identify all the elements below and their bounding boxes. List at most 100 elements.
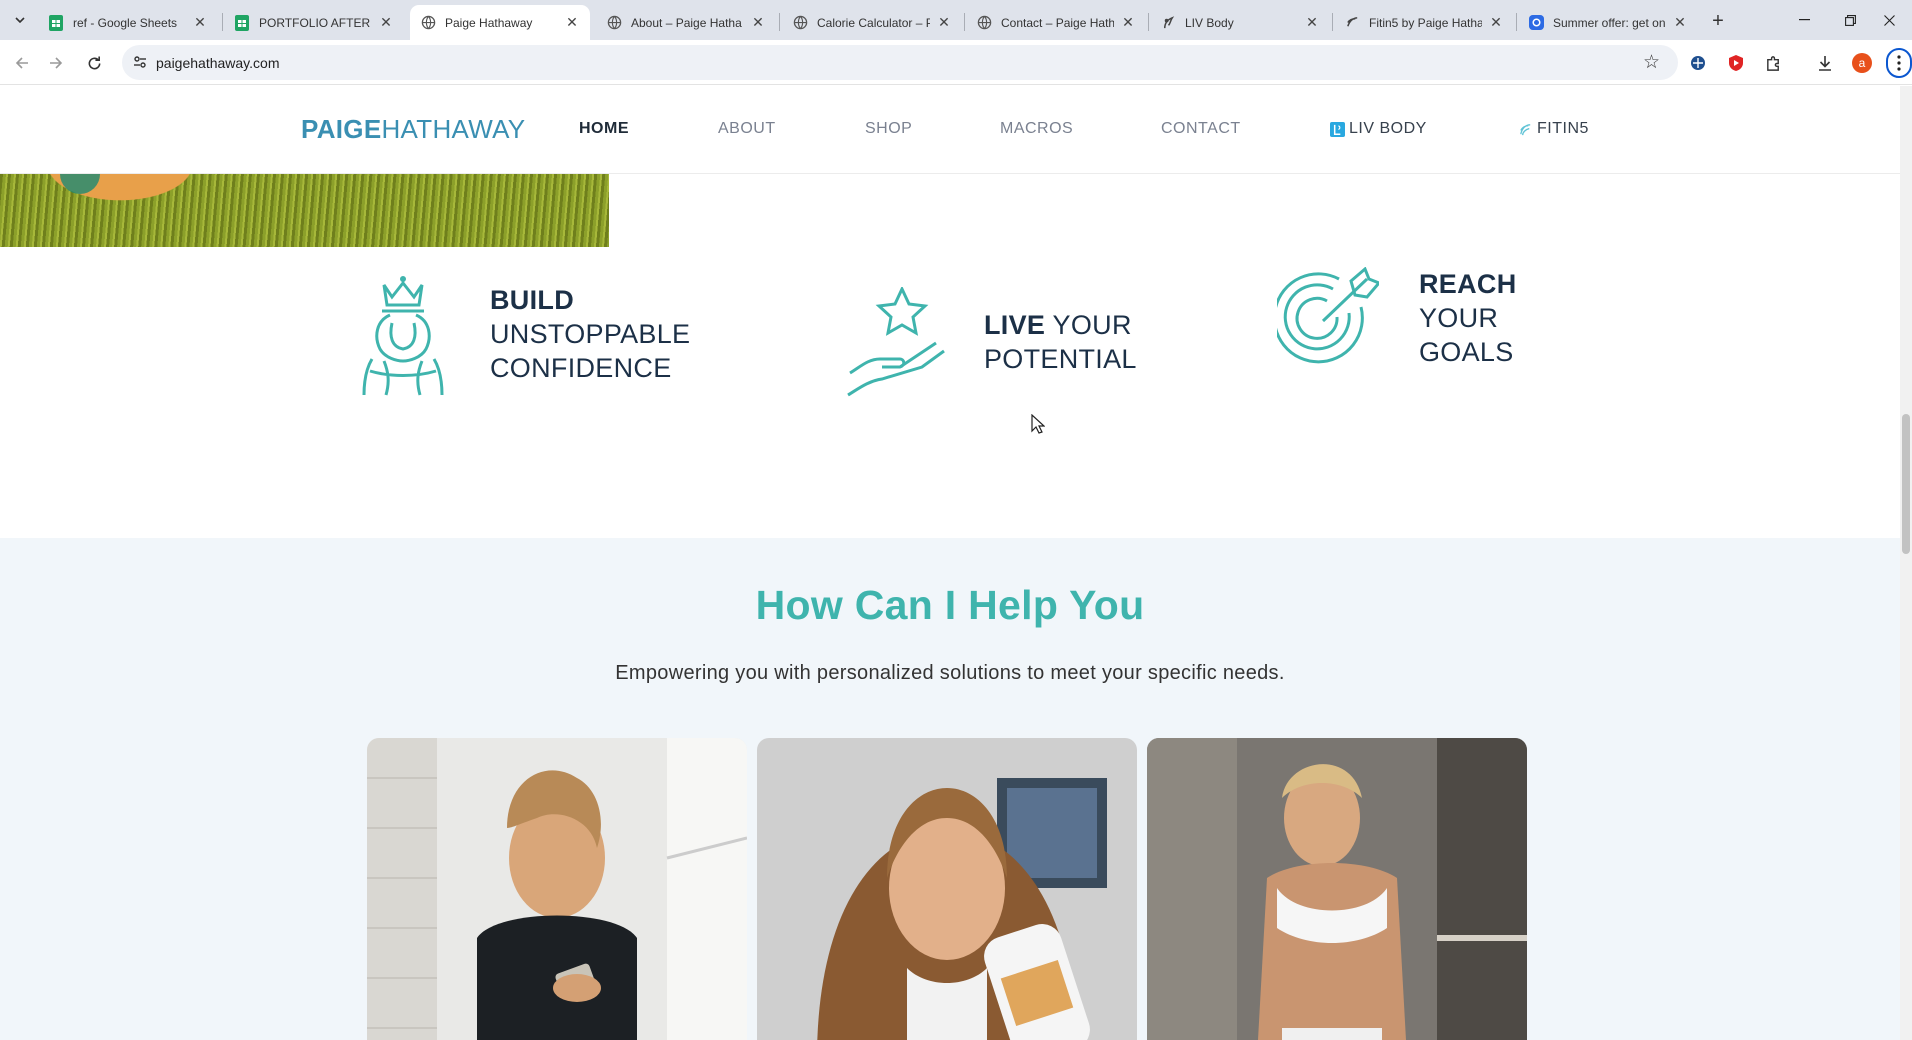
woman-with-phone-photo bbox=[367, 738, 747, 1040]
value-strong-text: REACH bbox=[1419, 269, 1517, 299]
value-light-text: CONFIDENCE bbox=[490, 353, 672, 383]
nav-label: CONTACT bbox=[1161, 120, 1241, 137]
value-light-text: GOALS bbox=[1419, 337, 1514, 367]
minimize-icon[interactable] bbox=[1781, 0, 1827, 40]
close-tab-icon[interactable]: ✕ bbox=[1120, 14, 1136, 31]
menu-kebab-icon[interactable] bbox=[1886, 48, 1912, 78]
browser-tab-active[interactable]: Paige Hathaway ✕ bbox=[410, 5, 590, 40]
value-light-text: UNSTOPPABLE bbox=[490, 319, 691, 349]
help-subtitle: Empowering you with personalized solutio… bbox=[615, 662, 1285, 684]
close-tab-icon[interactable]: ✕ bbox=[1488, 14, 1504, 31]
browser-tab[interactable]: PORTFOLIO AFTER SE ✕ bbox=[224, 5, 404, 40]
service-card-photo[interactable] bbox=[367, 738, 747, 1040]
close-tab-icon[interactable]: ✕ bbox=[1304, 14, 1320, 31]
url-text[interactable]: paigehathaway.com bbox=[156, 55, 279, 71]
value-strong-text: LIVE bbox=[984, 310, 1046, 340]
scrollbar-thumb[interactable] bbox=[1902, 414, 1910, 554]
tab-divider bbox=[1516, 13, 1517, 31]
extension-globe-icon[interactable] bbox=[1688, 53, 1708, 73]
tab-divider bbox=[779, 13, 780, 31]
mouse-cursor-icon bbox=[1031, 414, 1045, 434]
close-tab-icon[interactable]: ✕ bbox=[378, 14, 394, 31]
nav-label: HOME bbox=[579, 120, 629, 137]
browser-tab[interactable]: Summer offer: get on ✕ bbox=[1518, 5, 1698, 40]
close-tab-icon[interactable]: ✕ bbox=[1672, 14, 1688, 31]
nav-home[interactable]: HOME bbox=[579, 120, 629, 138]
tab-title: LIV Body bbox=[1185, 15, 1234, 30]
tab-title: PORTFOLIO AFTER SE bbox=[259, 15, 372, 30]
livbody-icon bbox=[1329, 121, 1345, 137]
browser-tab[interactable]: LIV Body ✕ bbox=[1150, 5, 1330, 40]
value-reach: REACH YOUR GOALS bbox=[1277, 267, 1517, 369]
profile-initial: a bbox=[1858, 56, 1866, 70]
bookmark-star-icon[interactable]: ☆ bbox=[1643, 51, 1660, 74]
value-light-text: YOUR bbox=[1052, 310, 1132, 340]
extensions-puzzle-icon[interactable] bbox=[1763, 53, 1783, 73]
page-scrollbar[interactable] bbox=[1900, 86, 1912, 1040]
close-tab-icon[interactable]: ✕ bbox=[936, 14, 952, 31]
nav-label: LIV BODY bbox=[1349, 120, 1427, 137]
service-card-photo[interactable] bbox=[1147, 738, 1527, 1040]
back-arrow-icon[interactable] bbox=[8, 49, 36, 77]
fitin5-icon bbox=[1344, 15, 1360, 31]
sheets-icon bbox=[48, 14, 64, 31]
globe-icon bbox=[420, 15, 436, 31]
browser-tab[interactable]: Calorie Calculator – P ✕ bbox=[782, 5, 962, 40]
globe-icon bbox=[792, 15, 808, 31]
nav-label: SHOP bbox=[865, 120, 913, 137]
close-tab-icon[interactable]: ✕ bbox=[192, 14, 208, 31]
nav-label: ABOUT bbox=[718, 120, 776, 137]
reload-icon[interactable] bbox=[80, 49, 108, 77]
new-tab-plus-icon[interactable]: + bbox=[1704, 7, 1732, 35]
value-build-text: BUILD UNSTOPPABLE CONFIDENCE bbox=[490, 283, 690, 385]
logo-light-text: HATHAWAY bbox=[381, 114, 526, 144]
tab-title: Contact – Paige Hath bbox=[1001, 15, 1114, 30]
forward-arrow-icon[interactable] bbox=[42, 49, 70, 77]
site-logo[interactable]: PAIGEHATHAWAY bbox=[301, 114, 525, 145]
nav-contact[interactable]: CONTACT bbox=[1161, 120, 1241, 138]
nav-fitin5[interactable]: FITIN5 bbox=[1517, 120, 1589, 138]
livbody-icon bbox=[1160, 15, 1176, 31]
value-light-text: YOUR bbox=[1419, 303, 1499, 333]
address-bar[interactable]: paigehathaway.com ☆ bbox=[122, 45, 1678, 80]
browser-tab[interactable]: About – Paige Hatha ✕ bbox=[596, 5, 776, 40]
globe-icon bbox=[976, 15, 992, 31]
offer-icon bbox=[1528, 15, 1544, 31]
browser-toolbar: paigehathaway.com ☆ a bbox=[0, 40, 1912, 85]
woman-with-protein-photo bbox=[757, 738, 1137, 1040]
close-tab-icon[interactable]: ✕ bbox=[750, 14, 766, 31]
value-light-text: POTENTIAL bbox=[984, 344, 1137, 374]
close-tab-icon[interactable]: ✕ bbox=[564, 14, 580, 31]
value-build: BUILD UNSTOPPABLE CONFIDENCE bbox=[358, 267, 690, 401]
browser-tab[interactable]: Contact – Paige Hath ✕ bbox=[966, 5, 1146, 40]
browser-tab[interactable]: ref - Google Sheets ✕ bbox=[38, 5, 218, 40]
fitin5-icon bbox=[1517, 121, 1533, 137]
browser-tab[interactable]: Fitin5 by Paige Hatha ✕ bbox=[1334, 5, 1514, 40]
web-page: PAIGEHATHAWAY HOME ABOUT SHOP MACROS CON… bbox=[0, 86, 1912, 1040]
value-live: LIVE YOUR POTENTIAL bbox=[846, 287, 1137, 397]
tab-divider bbox=[222, 13, 223, 31]
tab-search-chevron-icon[interactable] bbox=[8, 8, 32, 32]
download-icon[interactable] bbox=[1815, 53, 1835, 73]
service-card-photo[interactable] bbox=[757, 738, 1137, 1040]
globe-icon bbox=[606, 15, 622, 31]
nav-about[interactable]: ABOUT bbox=[718, 120, 776, 138]
target-arrow-icon bbox=[1277, 267, 1379, 364]
sheets-icon bbox=[234, 14, 250, 31]
nav-shop[interactable]: SHOP bbox=[865, 120, 912, 138]
tab-title: Calorie Calculator – P bbox=[817, 15, 930, 30]
hero-image-grass bbox=[0, 174, 609, 247]
extension-shield-icon[interactable] bbox=[1726, 53, 1746, 73]
value-strong-text: BUILD bbox=[490, 285, 574, 315]
tab-title: Paige Hathaway bbox=[445, 15, 533, 30]
value-live-text: LIVE YOUR POTENTIAL bbox=[984, 308, 1137, 376]
nav-liv-body[interactable]: LIV BODY bbox=[1329, 120, 1427, 138]
queen-crown-icon bbox=[362, 276, 444, 396]
site-info-icon[interactable] bbox=[132, 54, 150, 72]
site-header: PAIGEHATHAWAY HOME ABOUT SHOP MACROS CON… bbox=[0, 86, 1900, 174]
logo-bold-text: PAIGE bbox=[301, 114, 382, 144]
nav-macros[interactable]: MACROS bbox=[1000, 120, 1073, 138]
values-row: BUILD UNSTOPPABLE CONFIDENCE LIVE YOUR P… bbox=[0, 247, 1900, 538]
woman-fitness-photo bbox=[1147, 738, 1527, 1040]
close-window-icon[interactable] bbox=[1866, 0, 1912, 40]
